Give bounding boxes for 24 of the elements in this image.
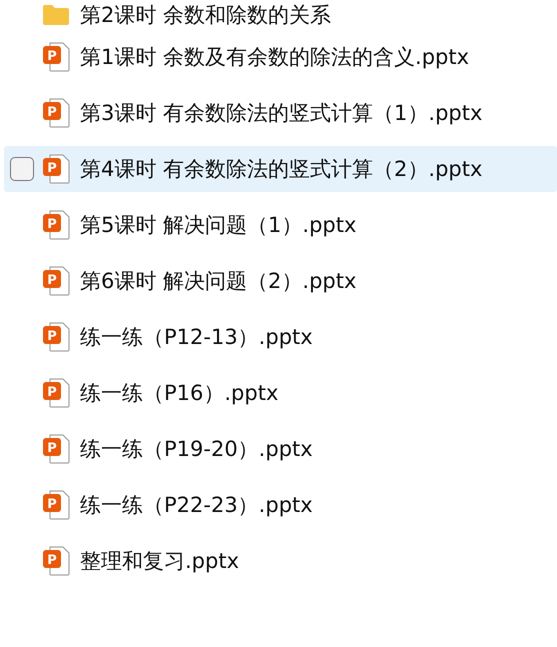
file-row[interactable]: P 第6课时 解决问题（2）.pptx	[4, 258, 557, 304]
file-name: 练一练（P22-23）.pptx	[80, 492, 313, 519]
folder-icon	[42, 4, 70, 26]
file-row[interactable]: 第2课时 余数和除数的关系	[4, 0, 557, 30]
file-name: 练一练（P16）.pptx	[80, 380, 278, 407]
file-row[interactable]: P 练一练（P19-20）.pptx	[4, 426, 557, 472]
file-name: 整理和复习.pptx	[80, 548, 239, 575]
file-name: 第1课时 余数及有余数的除法的含义.pptx	[80, 44, 470, 71]
file-row[interactable]: P 第3课时 有余数除法的竖式计算（1）.pptx	[4, 90, 557, 136]
file-row[interactable]: P 练一练（P12-13）.pptx	[4, 314, 557, 360]
file-row[interactable]: P 第5课时 解决问题（1）.pptx	[4, 202, 557, 248]
selected-file-row[interactable]: P 第4课时 有余数除法的竖式计算（2）.pptx	[4, 146, 557, 192]
file-row[interactable]: P 整理和复习.pptx	[4, 538, 557, 584]
file-row[interactable]: P 练一练（P16）.pptx	[4, 370, 557, 416]
file-name: 第5课时 解决问题（1）.pptx	[80, 212, 356, 239]
file-name: 第3课时 有余数除法的竖式计算（1）.pptx	[80, 100, 482, 127]
file-row[interactable]: P 练一练（P22-23）.pptx	[4, 482, 557, 528]
file-name: 练一练（P19-20）.pptx	[80, 436, 313, 463]
checkbox[interactable]	[10, 157, 34, 181]
file-name: 第2课时 余数和除数的关系	[80, 2, 332, 29]
file-row[interactable]: P 第1课时 余数及有余数的除法的含义.pptx	[4, 34, 557, 80]
file-name: 第6课时 解决问题（2）.pptx	[80, 268, 356, 295]
file-name: 第4课时 有余数除法的竖式计算（2）.pptx	[80, 156, 482, 183]
file-name: 练一练（P12-13）.pptx	[80, 324, 313, 351]
